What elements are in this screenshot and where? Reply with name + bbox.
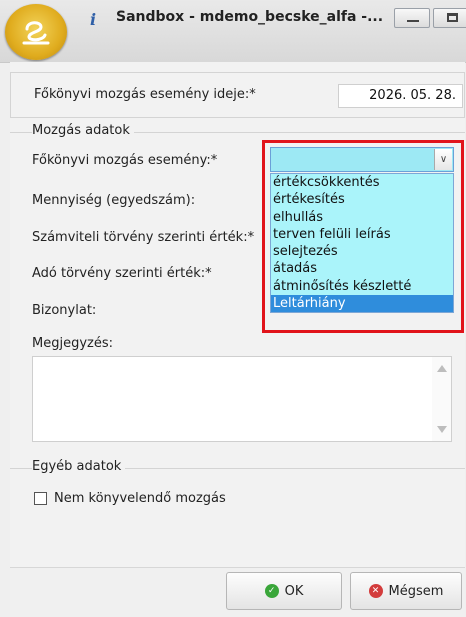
tax-value-label: Adó törvény szerinti érték:* bbox=[32, 266, 212, 281]
note-textarea[interactable] bbox=[32, 356, 452, 442]
event-dropdown-list[interactable]: értékcsökkentés értékesítés elhullás ter… bbox=[270, 173, 454, 314]
dropdown-option[interactable]: terven felüli leírás bbox=[271, 226, 453, 243]
quantity-label: Mennyiség (egyedszám): bbox=[32, 193, 196, 208]
event-time-input[interactable]: 2026. 05. 28. bbox=[338, 84, 463, 108]
event-select[interactable]: ∨ bbox=[270, 147, 454, 172]
app-logo-icon[interactable] bbox=[5, 4, 67, 60]
event-select-toggle[interactable]: ∨ bbox=[434, 149, 452, 170]
minimize-icon bbox=[407, 20, 419, 22]
event-time-label: Főkönyvi mozgás esemény ideje:* bbox=[34, 87, 256, 102]
title-bar[interactable]: i Sandbox - mdemo_becske_alfa -... bbox=[0, 0, 466, 63]
chevron-down-icon: ∨ bbox=[439, 154, 448, 165]
minimize-button[interactable] bbox=[394, 8, 430, 28]
dialog-window: i Sandbox - mdemo_becske_alfa -... Főkön… bbox=[0, 0, 466, 617]
ok-button[interactable]: ✓ OK bbox=[226, 572, 342, 610]
event-label: Főkönyvi mozgás esemény:* bbox=[32, 153, 218, 168]
maximize-button[interactable] bbox=[433, 8, 466, 28]
dropdown-option[interactable]: átadás bbox=[271, 260, 453, 277]
dropdown-option[interactable]: átminősítés készletté bbox=[271, 278, 453, 295]
scroll-up-icon[interactable] bbox=[437, 365, 447, 372]
dropdown-option[interactable]: elhullás bbox=[271, 209, 453, 226]
info-icon: i bbox=[90, 10, 97, 29]
other-group-title: Egyéb adatok bbox=[32, 459, 126, 474]
non-posting-checkbox[interactable] bbox=[34, 492, 47, 505]
non-posting-label: Nem könyvelendő mozgás bbox=[54, 491, 226, 506]
voucher-label: Bizonylat: bbox=[32, 303, 97, 318]
app-logo-glyph bbox=[22, 21, 50, 45]
note-scrollbar[interactable] bbox=[432, 357, 451, 441]
note-label: Megjegyzés: bbox=[32, 336, 113, 351]
dropdown-option[interactable]: értékesítés bbox=[271, 191, 453, 208]
movement-group-title: Mozgás adatok bbox=[32, 123, 134, 138]
ok-button-label: OK bbox=[284, 583, 304, 599]
cancel-button[interactable]: ✕ Mégsem bbox=[350, 572, 462, 610]
dropdown-option[interactable]: selejtezés bbox=[271, 243, 453, 260]
cancel-icon: ✕ bbox=[368, 584, 383, 598]
check-icon: ✓ bbox=[264, 584, 279, 598]
window-title: Sandbox - mdemo_becske_alfa -... bbox=[116, 9, 384, 25]
dropdown-option-selected[interactable]: Leltárhiány bbox=[271, 295, 453, 313]
accounting-value-label: Számviteli törvény szerinti érték:* bbox=[32, 230, 255, 245]
scroll-down-icon[interactable] bbox=[437, 426, 447, 433]
dropdown-option[interactable]: értékcsökkentés bbox=[271, 174, 453, 191]
cancel-button-label: Mégsem bbox=[388, 583, 444, 599]
maximize-icon bbox=[447, 13, 458, 22]
